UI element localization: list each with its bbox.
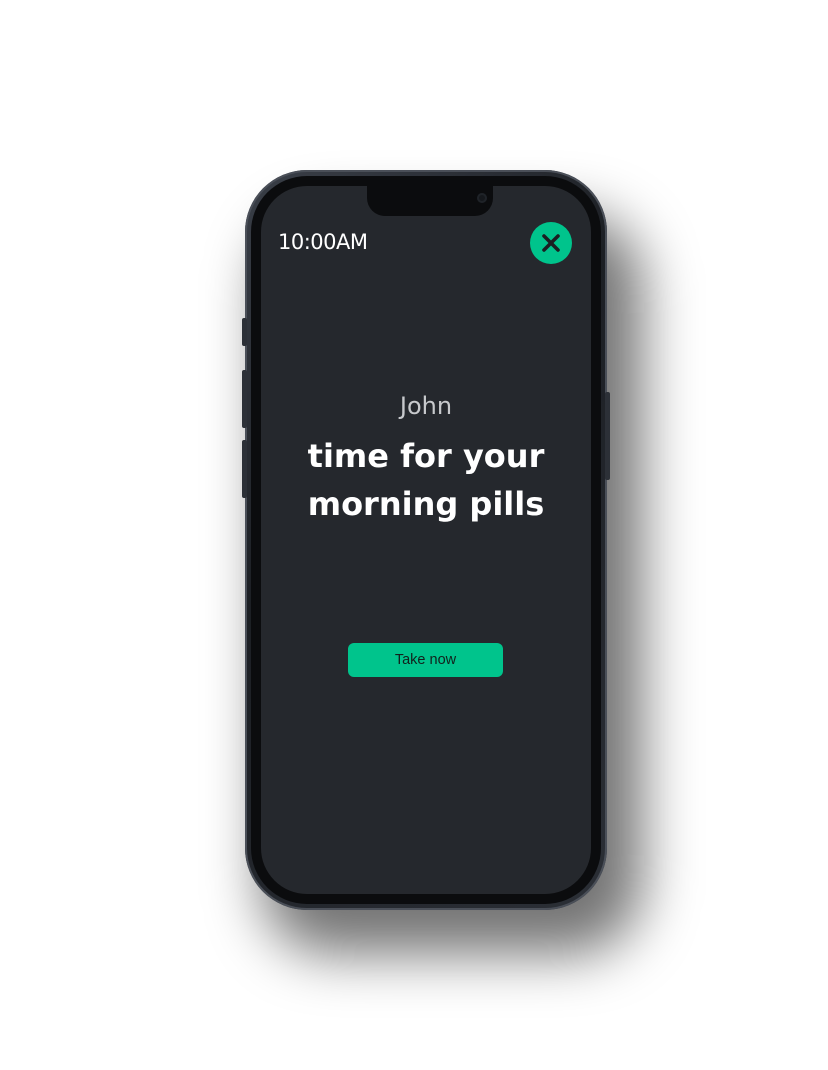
take-now-button[interactable]: Take now [348,643,503,677]
camera-icon [477,193,487,203]
power-button [605,392,610,480]
notch [367,186,493,216]
close-button[interactable] [530,222,572,264]
volume-down-button [242,440,247,498]
stage: 10:00AM John time for your morning pills… [0,0,828,1070]
status-time: 10:00AM [278,230,368,254]
volume-up-button [242,370,247,428]
phone-frame: 10:00AM John time for your morning pills… [242,170,610,910]
reminder-message: time for your morning pills [307,437,545,523]
phone-screen: 10:00AM John time for your morning pills… [261,186,591,894]
silent-switch [242,318,247,346]
user-name: John [399,392,453,420]
close-icon [542,234,560,252]
